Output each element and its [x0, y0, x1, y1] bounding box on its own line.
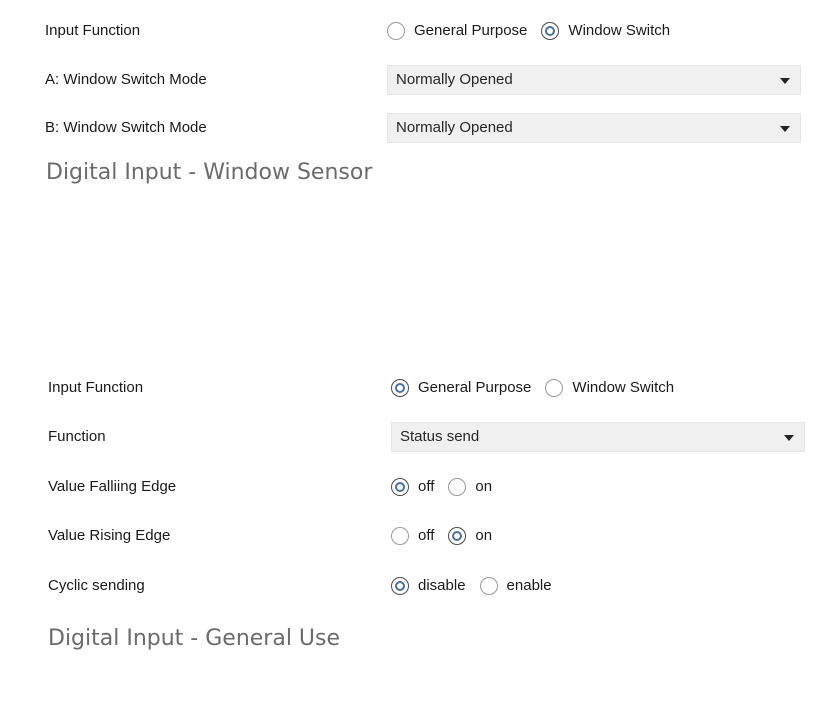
chevron-down-icon [780, 78, 790, 84]
function-value: Status send [400, 428, 480, 445]
a-window-switch-mode-label: A: Window Switch Mode [45, 71, 207, 88]
window-switch-radio[interactable]: Window Switch [541, 15, 670, 47]
rising-edge-radio-group: off on [391, 520, 506, 552]
b-window-switch-mode-value: Normally Opened [396, 119, 513, 136]
rising-edge-row: Value Rising Edge off on [0, 520, 827, 552]
enable-label: enable [506, 577, 552, 594]
radio-circle-icon [479, 577, 498, 595]
falling-edge-label: Value Falliing Edge [48, 478, 177, 495]
radio-circle-icon [387, 22, 405, 40]
falling-edge-off-radio[interactable]: off [391, 471, 434, 503]
window-switch-label: Window Switch [572, 379, 675, 396]
cyclic-sending-row: Cyclic sending disable enable [0, 570, 827, 602]
falling-edge-row: Value Falliing Edge off on [0, 471, 827, 503]
radio-circle-icon [545, 379, 564, 397]
input-function-row: Input Function General Purpose Window Sw… [0, 372, 827, 404]
window-sensor-caption: Digital Input - Window Sensor [46, 160, 373, 185]
rising-edge-label: Value Rising Edge [48, 527, 171, 544]
a-window-switch-mode-select[interactable]: Normally Opened [387, 65, 801, 95]
radio-circle-icon [391, 478, 409, 496]
function-select[interactable]: Status send [391, 422, 805, 452]
falling-edge-on-radio[interactable]: on [448, 471, 492, 503]
off-label: off [418, 478, 435, 495]
cyclic-enable-radio[interactable]: enable [479, 570, 552, 602]
on-label: on [475, 527, 493, 544]
radio-circle-icon [391, 577, 409, 595]
input-function-row: Input Function General Purpose Window Sw… [0, 15, 827, 47]
disable-label: disable [418, 577, 466, 594]
radio-circle-icon [448, 527, 467, 545]
falling-edge-radio-group: off on [391, 471, 506, 503]
window-switch-label: Window Switch [568, 22, 671, 39]
radio-circle-icon [448, 478, 467, 496]
general-purpose-radio[interactable]: General Purpose [391, 372, 531, 404]
on-label: on [475, 478, 493, 495]
radio-circle-icon [391, 527, 409, 545]
b-window-switch-mode-row: B: Window Switch Mode Normally Opened [0, 112, 827, 144]
off-label: off [418, 527, 435, 544]
cyclic-disable-radio[interactable]: disable [391, 570, 466, 602]
general-purpose-radio[interactable]: General Purpose [387, 15, 527, 47]
input-function-label: Input Function [48, 379, 144, 396]
a-window-switch-mode-value: Normally Opened [396, 71, 513, 88]
chevron-down-icon [780, 126, 790, 132]
b-window-switch-mode-select[interactable]: Normally Opened [387, 113, 801, 143]
cyclic-sending-label: Cyclic sending [48, 577, 145, 594]
window-switch-radio[interactable]: Window Switch [545, 372, 674, 404]
rising-edge-on-radio[interactable]: on [448, 520, 492, 552]
chevron-down-icon [784, 435, 794, 441]
input-function-radio-group: General Purpose Window Switch [391, 372, 688, 404]
b-window-switch-mode-label: B: Window Switch Mode [45, 119, 207, 136]
radio-circle-icon [541, 22, 560, 40]
function-label: Function [48, 428, 106, 445]
radio-circle-icon [391, 379, 409, 397]
a-window-switch-mode-row: A: Window Switch Mode Normally Opened [0, 64, 827, 96]
general-use-caption: Digital Input - General Use [48, 626, 341, 651]
general-purpose-label: General Purpose [418, 379, 532, 396]
rising-edge-off-radio[interactable]: off [391, 520, 434, 552]
general-purpose-label: General Purpose [414, 22, 528, 39]
cyclic-sending-radio-group: disable enable [391, 570, 566, 602]
input-function-label: Input Function [45, 22, 141, 39]
function-row: Function Status send [0, 421, 827, 453]
input-function-radio-group: General Purpose Window Switch [387, 15, 684, 47]
